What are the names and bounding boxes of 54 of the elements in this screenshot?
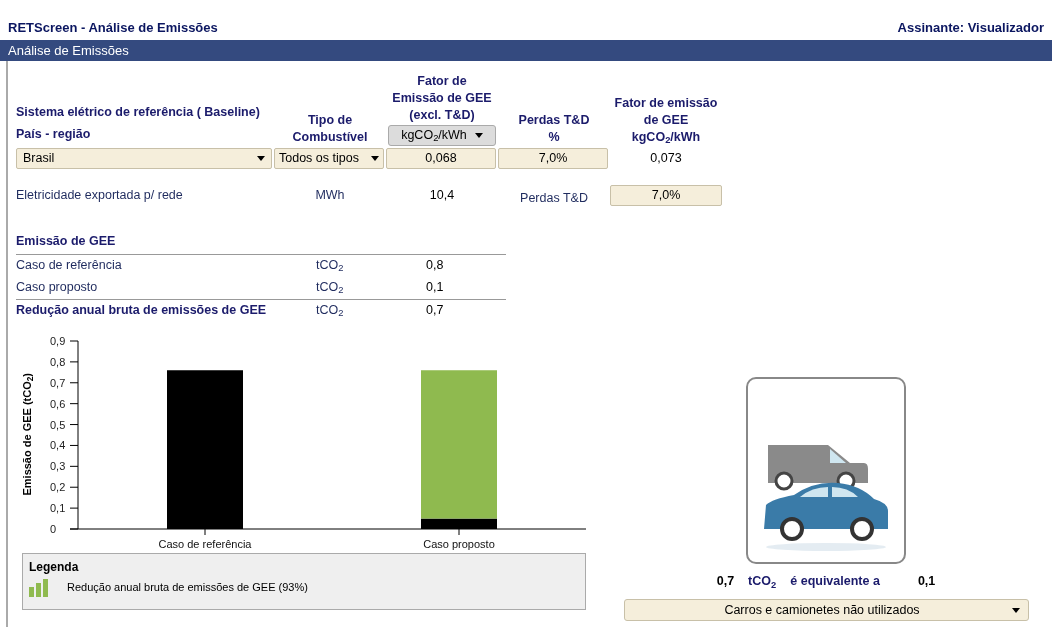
equivalence-dropdown[interactable]: Carros e camionetes não utilizados (623, 599, 1029, 621)
legend-item: Redução anual bruta de emissões de GEE (93%) (67, 580, 308, 596)
section-heading: Emissão de GEE (16, 233, 116, 248)
row-label: Caso de referência (16, 257, 123, 275)
row-label: Perdas T&D (519, 190, 589, 207)
unit-label: tCO$_{2}$ (316, 301, 345, 320)
emission-value: 0,7 (426, 301, 445, 319)
column-heading: Tipo de Combustível (291, 112, 369, 146)
exported-value: 10,4 (428, 187, 456, 204)
caret-icon (1011, 607, 1020, 613)
row-label: Caso proposto (16, 279, 99, 297)
app-title: RETScreen - Análise de Emissões (8, 18, 218, 37)
unit-label: tCO$_{2}$ (316, 279, 345, 297)
unit-label: MWh (314, 187, 346, 204)
subscriber-label: Assinante: Visualizador (897, 18, 1044, 37)
tick-label: 0,6 (50, 397, 66, 410)
tick-label: 0,3 (50, 459, 66, 472)
panel-header: Análise de Emissões (0, 40, 1052, 61)
caret-icon (257, 156, 265, 161)
tick-label: 0,2 (50, 480, 66, 493)
category-label: Caso proposto (423, 537, 495, 550)
equivalence-text: é equivalente a (790, 573, 880, 591)
column-heading: Fator de Emissão de GEE (excl. T&D) (392, 73, 492, 124)
caret-icon (371, 156, 379, 161)
emission-value: 0,1 (426, 279, 445, 297)
emission-factor-value: 0,073 (649, 150, 683, 168)
emission-factor-field[interactable]: 0,068 (386, 148, 496, 169)
tick-label: 0,5 (50, 418, 66, 431)
tick-label: 0 (50, 522, 57, 535)
caret-icon (474, 133, 483, 138)
tick-label: 0,9 (50, 334, 66, 347)
emission-value: 0,8 (426, 257, 445, 275)
tick-label: 0,4 (50, 438, 66, 451)
bars-icon (29, 578, 49, 597)
losses-field[interactable]: 7,0% (498, 148, 608, 169)
section-heading: Sistema elétrico de referência ( Baseline) (16, 103, 261, 121)
country-dropdown[interactable]: Brasil (16, 148, 272, 169)
unit-label: tCO$_{2}$ (316, 257, 345, 275)
row-label: Redução anual bruta de emissões de GEE (16, 301, 268, 319)
category-label: Caso de referência (158, 537, 252, 550)
tick-label: 0,1 (50, 501, 66, 514)
equivalent-value: 0,1 (917, 573, 936, 591)
legend-title: Legenda (29, 558, 80, 576)
column-heading: País - região (16, 126, 92, 144)
fuel-dropdown[interactable]: Todos os tipos (274, 148, 384, 169)
reduction-value: 0,7 (716, 573, 735, 591)
losses-field[interactable]: 7,0% (610, 184, 722, 206)
tick-label: 0,8 (50, 355, 66, 368)
row-label: Eletricidade exportada p/ rede (16, 187, 184, 204)
unit-dropdown[interactable]: kgCO$_{2}$/kWh (388, 125, 496, 146)
column-heading: Perdas T&D % (517, 112, 591, 146)
column-heading: Fator de emissão de GEE kgCO$_{2}$/kWh (613, 95, 719, 146)
tick-label: 0,7 (50, 376, 66, 389)
unit-label: tCO$_{2}$ (748, 573, 777, 591)
